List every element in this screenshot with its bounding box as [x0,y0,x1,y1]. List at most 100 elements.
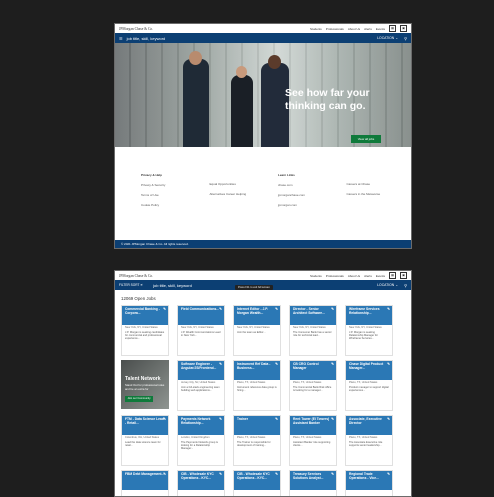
top-link-events[interactable]: Events [376,274,385,278]
top-link-about[interactable]: About Us [348,274,360,278]
job-title[interactable]: Regional Trade Operations - Vice... [349,472,379,480]
brand-logo[interactable]: JPMorgan Chase & Co. [119,274,153,278]
pin-icon[interactable]: ✎ [331,307,334,312]
join-community-button[interactable]: Join our Community [125,396,153,402]
job-title[interactable]: Director - Senior Architect Software... [293,307,325,315]
job-title[interactable]: Wireframe Services Relationship... [349,307,380,315]
job-card[interactable]: FBM Debt Management... ✎ [121,470,169,496]
job-card[interactable]: Instrument Ref Data - Business... ✎ Plano,… [233,360,281,411]
pin-icon[interactable]: ✎ [387,307,390,312]
job-card[interactable]: Payments Network Relationship... ✎ London,… [177,415,225,466]
footer-link[interactable]: Terms of Use [141,193,198,197]
top-link-students[interactable]: Students [310,27,322,31]
job-title[interactable]: Associate, Executive Director [349,417,382,425]
top-link-alerts[interactable]: Alerts [364,274,372,278]
job-title[interactable]: Field Communications... [181,307,219,311]
footer-link[interactable]: Privacy & Security [141,183,198,187]
top-link-about[interactable]: About Us [348,27,360,31]
pin-icon[interactable]: ✎ [331,417,334,422]
grid-icon[interactable]: ▦ [389,25,396,32]
top-link-professionals[interactable]: Professionals [326,274,344,278]
job-card-header: Chase Digital Product Manager... ✎ [346,361,392,380]
pin-icon[interactable]: ✎ [163,307,166,312]
job-title[interactable]: Software Engineer - Angular/JS/Frontend.… [181,362,216,370]
job-description: The Commercial Bank Risk office is looki… [293,386,332,392]
job-card[interactable]: CIB - Wholesale KYC Operations - KYC... ✎ [177,470,225,496]
job-title[interactable]: FTM - Data Science Lead - Retail... [125,417,164,425]
job-card-header: Payments Network Relationship... ✎ [178,416,224,435]
pin-icon[interactable]: ✎ [219,417,222,422]
footer-link[interactable]: jpmorgan.com [278,203,335,207]
pin-icon[interactable]: ✎ [275,472,278,477]
footer-link[interactable]: chase.com [278,183,335,187]
footer-link[interactable]: jpmorganchase.com [278,193,335,197]
job-title[interactable]: CB CRO Control Manager [293,362,319,370]
job-card[interactable]: Field Communications... ✎ New York, NY, Un… [177,305,225,356]
pin-icon[interactable]: ✎ [275,307,278,312]
search-icon[interactable]: ⚲ [404,283,407,288]
job-card[interactable]: Rent Tower (EI Towers) Assistant Banker ✎… [289,415,337,466]
pin-icon[interactable]: ✎ [387,472,390,477]
search-input[interactable]: job title, skill, keyword [123,36,378,41]
pin-icon[interactable]: ✎ [219,362,222,367]
pin-icon[interactable]: ✎ [275,417,278,422]
job-card[interactable]: Regional Trade Operations - Vice... ✎ [345,470,393,496]
job-title[interactable]: Internet Editor - J.P. Morgan Wealth... [237,307,268,315]
top-link-students[interactable]: Students [310,274,322,278]
job-title[interactable]: CIB - Wholesale KYC Operations - KYC... [181,472,214,480]
user-icon[interactable]: ▣ [400,25,407,32]
job-title[interactable]: CIB - Wholesale KYC Operations - KYC... [237,472,270,480]
job-card[interactable]: FTM - Data Science Lead - Retail... ✎ Colu… [121,415,169,466]
job-title[interactable]: Payments Network Relationship... [181,417,211,425]
view-all-jobs-button[interactable]: View all jobs [351,135,381,143]
pin-icon[interactable]: ✎ [331,362,334,367]
pin-icon[interactable]: ✎ [387,417,390,422]
pin-icon[interactable]: ✎ [387,362,390,367]
job-card[interactable]: Associate, Executive Director ✎ Plano, TX,… [345,415,393,466]
talent-network-promo[interactable]: Talent Network Stand Out for professional… [121,360,169,409]
pin-icon[interactable]: ✎ [331,472,334,477]
job-card[interactable]: Commercial Banking - Corpora... ✎ New York… [121,305,169,356]
pin-icon[interactable]: ✎ [163,417,166,422]
job-title[interactable]: Treasury Services Solutions Analyst... [293,472,323,480]
job-card[interactable]: Internet Editor - J.P. Morgan Wealth... ✎… [233,305,281,356]
job-title[interactable]: Chase Digital Product Manager... [349,362,383,370]
job-description: The Payments Network group is looking fo… [181,441,218,450]
pin-icon[interactable]: ✎ [275,362,278,367]
job-card-header: CB CRO Control Manager ✎ [290,361,336,380]
footer-link[interactable]: Cookie Policy [141,203,198,207]
footer-link[interactable]: Equal Opportunities [210,182,267,186]
job-card-header: Rent Tower (EI Towers) Assistant Banker ✎ [290,416,336,435]
job-card[interactable]: Software Engineer - Angular/JS/Frontend.… [177,360,225,411]
hero-person-3-head [268,55,281,69]
job-title[interactable]: Instrument Ref Data - Business... [237,362,270,370]
search-icon[interactable]: ⚲ [404,36,407,41]
footer-link[interactable]: Alternatives Career Helping [210,192,267,196]
job-card[interactable]: Chase Digital Product Manager... ✎ Plano, … [345,360,393,411]
brand-logo[interactable]: JPMorgan Chase & Co. [119,27,153,31]
job-title[interactable]: Trainer [237,417,248,421]
job-title[interactable]: Commercial Banking - Corpora... [125,307,160,315]
pin-icon[interactable]: ✎ [219,472,222,477]
job-card[interactable]: Treasury Services Solutions Analyst... ✎ [289,470,337,496]
job-card[interactable]: CB CRO Control Manager ✎ Plano, TX, United… [289,360,337,411]
location-dropdown[interactable]: LOCATION ⌄ [377,36,398,40]
top-link-events[interactable]: Events [376,27,385,31]
footer-link[interactable]: Careers at Chase [347,182,404,186]
grid-icon[interactable]: ▦ [389,272,396,279]
top-link-professionals[interactable]: Professionals [326,27,344,31]
job-card[interactable]: Trainer ✎ Plano, TX, United States The Trai… [233,415,281,466]
footer-links: Privacy & Help Privacy & Security Terms … [115,147,411,213]
location-dropdown[interactable]: LOCATION ⌄ [377,283,398,287]
job-card[interactable]: Wireframe Services Relationship... ✎ New Y… [345,305,393,356]
user-icon[interactable]: ▣ [400,272,407,279]
job-card[interactable]: CIB - Wholesale KYC Operations - KYC... ✎ [233,470,281,496]
filter-sort-button[interactable]: FILTER SORT ⚟ [119,283,143,287]
job-card[interactable]: Director - Senior Architect Software... ✎… [289,305,337,356]
pin-icon[interactable]: ✎ [219,307,222,312]
job-title[interactable]: FBM Debt Management... [125,472,164,476]
pin-icon[interactable]: ✎ [163,472,166,477]
footer-link[interactable]: Careers in the Metaverse [347,192,404,196]
job-title[interactable]: Rent Tower (EI Towers) Assistant Banker [293,417,329,425]
top-link-alerts[interactable]: Alerts [364,27,372,31]
